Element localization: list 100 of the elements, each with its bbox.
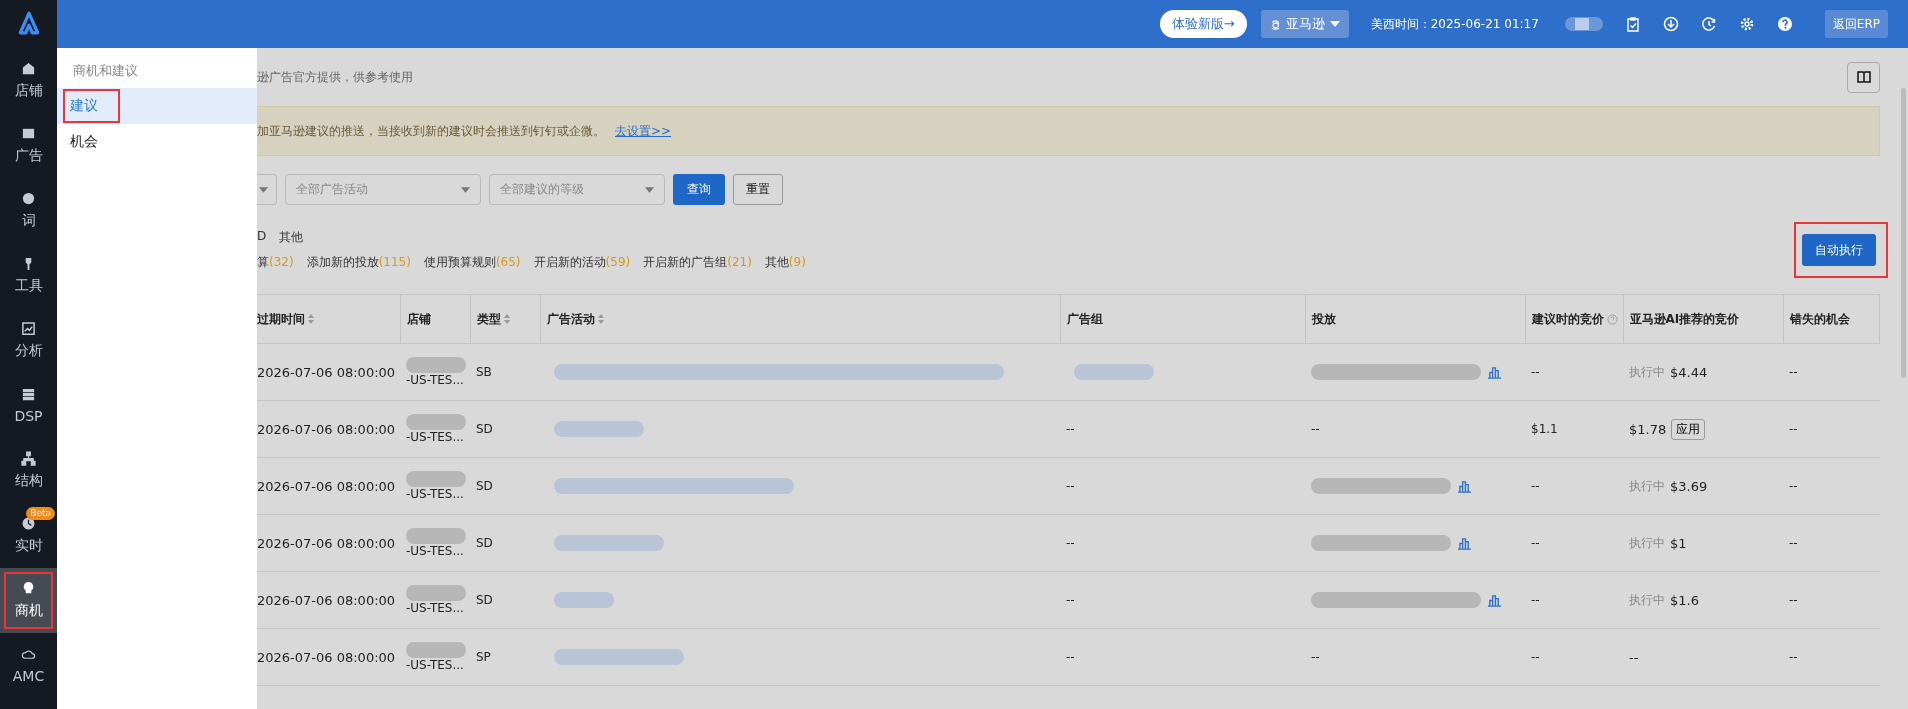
sidebar-item[interactable]: 结构 — [0, 438, 57, 503]
toggle-switch[interactable] — [1564, 17, 1603, 31]
checklist-icon[interactable] — [1624, 16, 1641, 32]
blurred-text — [406, 471, 466, 487]
bar-chart-icon[interactable] — [1487, 593, 1502, 607]
table-cell: -- — [1525, 571, 1623, 629]
bar-chart-icon[interactable] — [1457, 536, 1472, 550]
sidebar-item[interactable]: 商机 — [0, 568, 57, 633]
blurred-text — [406, 357, 466, 373]
sidebar-item[interactable]: 工具 — [0, 243, 57, 308]
table-cell: -US-TES... — [406, 544, 464, 558]
nav-label: 商机 — [14, 602, 43, 620]
table-cell: SD — [470, 514, 540, 572]
nav-label: 广告 — [14, 147, 43, 165]
sidebar-item[interactable]: 店铺 — [0, 48, 57, 113]
table-cell: -US-TES... — [406, 601, 464, 615]
table-cell: -- — [1525, 628, 1623, 686]
scrollbar-thumb[interactable] — [1900, 88, 1906, 378]
sidebar-item[interactable]: 广告 — [0, 113, 57, 178]
reset-button[interactable]: 重置 — [733, 174, 783, 205]
column-header[interactable]: 建议时的竞价 — [1525, 294, 1623, 344]
book-icon — [1856, 71, 1871, 83]
sidebar-item[interactable]: DSP — [0, 373, 57, 438]
apply-button[interactable]: 应用 — [1671, 418, 1706, 440]
submenu-item[interactable]: 机会 — [57, 124, 257, 160]
table-cell: -- — [1066, 479, 1075, 493]
sidebar-item[interactable]: 分析 — [0, 308, 57, 373]
help-icon[interactable] — [1776, 16, 1793, 32]
table-cell: -- — [1066, 593, 1075, 607]
nav-label: 分析 — [14, 342, 43, 360]
table-cell: -- — [1783, 343, 1880, 401]
nav-label: 实时 — [14, 537, 43, 555]
table-cell: -- — [1783, 628, 1880, 686]
category-tab[interactable]: 开启新的活动(59) — [533, 254, 631, 271]
category-tab[interactable]: 添加新的投放(115) — [306, 254, 411, 271]
table-cell: 2026-07-06 08:00:00 — [257, 343, 400, 401]
category-tab[interactable]: 其他(9) — [764, 254, 806, 271]
caret-icon — [259, 186, 268, 193]
table-cell: -- — [1525, 343, 1623, 401]
query-button[interactable]: 查询 — [673, 174, 725, 205]
time-label: 美西时间：2025-06-21 01:17 — [1370, 15, 1539, 33]
table-cell: -- — [1629, 649, 1639, 665]
nav-icon — [21, 581, 36, 596]
blurred-text — [406, 585, 466, 601]
submenu-item[interactable]: 建议 — [57, 88, 257, 124]
nav-icon — [21, 451, 36, 466]
caret-icon — [1329, 21, 1340, 27]
column-header[interactable]: 类型 — [470, 294, 540, 344]
column-header[interactable]: 过期时间 — [257, 294, 400, 344]
column-header[interactable]: 亚马逊AI推荐的竞价 — [1623, 294, 1783, 344]
table-cell: SD — [470, 457, 540, 515]
table-cell: 2026-07-06 08:00:00 — [257, 628, 400, 686]
bar-chart-icon[interactable] — [1457, 479, 1472, 493]
column-header[interactable]: 广告组 — [1060, 294, 1305, 344]
category-tab[interactable]: 算(32) — [257, 254, 294, 271]
table-cell: SD — [470, 571, 540, 629]
nav-label: 店铺 — [14, 82, 43, 100]
table-cell: -- — [1783, 571, 1880, 629]
history-icon[interactable] — [1700, 16, 1717, 32]
category-tab[interactable]: 使用预算规则(65) — [423, 254, 521, 271]
page-subtitle: 逊广告官方提供，供参考使用 — [257, 68, 413, 86]
notice-text: 加亚马逊建议的推送，当接收到新的建议时会推送到钉钉或企微。 — [257, 122, 605, 140]
table-cell: -- — [1311, 650, 1320, 664]
sort-icon — [503, 314, 510, 324]
nav-label: 词 — [21, 212, 36, 230]
amazon-icon — [1269, 18, 1281, 30]
status-label: 执行中 — [1629, 591, 1665, 609]
table-cell: -US-TES... — [406, 658, 464, 672]
nav-icon — [21, 191, 36, 206]
sidebar-item[interactable]: Beta 实时 — [0, 503, 57, 568]
column-header[interactable]: 店铺 — [400, 294, 470, 344]
nav-label: DSP — [14, 408, 43, 424]
status-label: 执行中 — [1629, 477, 1665, 495]
sidebar-item[interactable]: AMC — [0, 633, 57, 698]
nav-icon — [21, 647, 36, 662]
submenu-title: 商机和建议 — [72, 62, 139, 80]
auto-execute-button[interactable]: 自动执行 — [1802, 234, 1876, 266]
category-tab[interactable]: 开启新的广告组(21) — [643, 254, 752, 271]
table-cell: -- — [1066, 422, 1075, 436]
table-cell: -US-TES... — [406, 430, 464, 444]
table-cell: -US-TES... — [406, 373, 464, 387]
blurred-text — [406, 528, 466, 544]
download-icon[interactable] — [1662, 16, 1679, 32]
bar-chart-icon[interactable] — [1487, 365, 1502, 379]
settings-icon[interactable] — [1738, 16, 1755, 32]
type-tab[interactable]: 其他 — [279, 229, 304, 246]
column-header[interactable]: 广告活动 — [540, 294, 1060, 344]
new-version-button[interactable]: 体验新版→ — [1159, 10, 1247, 38]
book-button[interactable] — [1847, 61, 1880, 93]
table-cell: -- — [1311, 422, 1320, 436]
nav-label: AMC — [12, 668, 45, 684]
filter-dropdown[interactable] — [257, 174, 277, 205]
column-header[interactable]: 错失的机会 — [1783, 294, 1880, 344]
sort-icon — [597, 314, 604, 324]
beta-badge: Beta — [26, 507, 55, 520]
sidebar-item[interactable]: 词 — [0, 178, 57, 243]
type-tab[interactable]: D — [257, 229, 267, 246]
column-header[interactable]: 投放 — [1305, 294, 1525, 344]
caret-icon — [461, 186, 470, 193]
table-cell: $1.78 — [1629, 421, 1667, 437]
